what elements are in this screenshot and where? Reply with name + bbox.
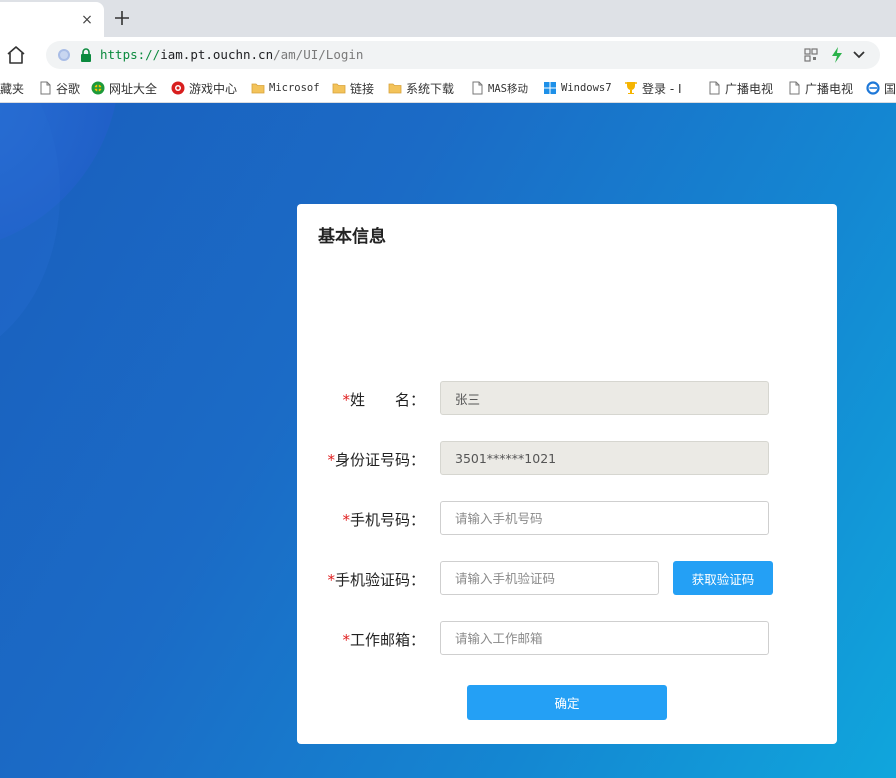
bookmark-item[interactable]: MAS移动 [470, 79, 532, 97]
lightning-icon[interactable] [830, 47, 844, 63]
bookmark-item[interactable]: 网址大全 [91, 79, 157, 97]
new-tab-icon[interactable] [110, 6, 134, 30]
bookmark-item[interactable]: 登录 - I [624, 79, 692, 97]
id-number-field[interactable] [440, 441, 769, 475]
sms-code-input[interactable] [440, 561, 659, 595]
address-bar[interactable]: https://iam.pt.ouchn.cn/am/UI/Login [46, 41, 880, 69]
decorative-shape [0, 103, 60, 363]
page-icon [789, 81, 800, 95]
bookmark-item[interactable]: 系统下载 [388, 79, 454, 97]
bookmark-item[interactable]: 广播电视 [707, 79, 775, 97]
url-text[interactable]: https://iam.pt.ouchn.cn/am/UI/Login [100, 47, 363, 63]
trophy-icon [625, 82, 637, 94]
folder-icon [251, 83, 265, 94]
email-row: *工作邮箱： [297, 621, 837, 655]
name-row: *姓 名： [297, 381, 837, 415]
web-directory-icon [91, 81, 105, 95]
qr-code-icon[interactable] [804, 48, 818, 62]
email-input[interactable] [440, 621, 769, 655]
home-icon[interactable] [4, 43, 28, 67]
page-icon [709, 81, 720, 95]
chevron-down-icon[interactable] [852, 48, 866, 62]
bookmarks-bar: 藏夹 谷歌 网址大全 游戏中心 Microsof 链接 系统下载 MAS移动 W… [0, 73, 896, 103]
email-label: *工作邮箱： [342, 631, 425, 649]
bookmark-favorites[interactable]: 藏夹 [0, 79, 24, 97]
bookmark-item[interactable]: 游戏中心 [171, 79, 237, 97]
lock-icon [81, 48, 91, 62]
phone-row: *手机号码： [297, 501, 837, 535]
navigation-bar: https://iam.pt.ouchn.cn/am/UI/Login [0, 37, 896, 73]
id-number-row: *身份证号码： [297, 441, 837, 475]
page-icon [472, 81, 483, 95]
basic-info-card: 基本信息 *姓 名： *身份证号码： *手机号码： *手机验证码： 获取验证码 … [297, 204, 837, 744]
bookmark-item[interactable]: 广播电视 [787, 79, 855, 97]
folder-icon [388, 83, 402, 94]
windows-icon [544, 82, 556, 94]
name-label: *姓 名： [342, 391, 425, 409]
bookmark-item[interactable]: 谷歌 [38, 79, 80, 97]
form-title: 基本信息 [318, 227, 386, 247]
get-verification-code-button[interactable]: 获取验证码 [673, 561, 773, 595]
bookmark-item[interactable]: Microsof [251, 79, 321, 97]
sms-code-row: *手机验证码： 获取验证码 [297, 561, 837, 595]
phone-label: *手机号码： [342, 511, 425, 529]
site-info-icon[interactable] [58, 49, 70, 61]
bookmark-item[interactable]: 链接 [332, 79, 374, 97]
ie-icon [866, 81, 880, 95]
bookmark-item[interactable]: Windows7 [543, 79, 613, 97]
bookmark-item[interactable]: 国 [866, 79, 896, 97]
confirm-button[interactable]: 确定 [467, 685, 667, 720]
tab-strip: × [0, 0, 896, 37]
phone-input[interactable] [440, 501, 769, 535]
folder-icon [332, 83, 346, 94]
page-background: 基本信息 *姓 名： *身份证号码： *手机号码： *手机验证码： 获取验证码 … [0, 103, 896, 778]
browser-tab[interactable]: × [0, 2, 104, 37]
name-field[interactable] [440, 381, 769, 415]
id-number-label: *身份证号码： [327, 451, 425, 469]
sms-code-label: *手机验证码： [327, 571, 425, 589]
game-center-icon [171, 81, 185, 95]
page-icon [40, 81, 51, 95]
close-tab-icon[interactable]: × [78, 11, 96, 29]
